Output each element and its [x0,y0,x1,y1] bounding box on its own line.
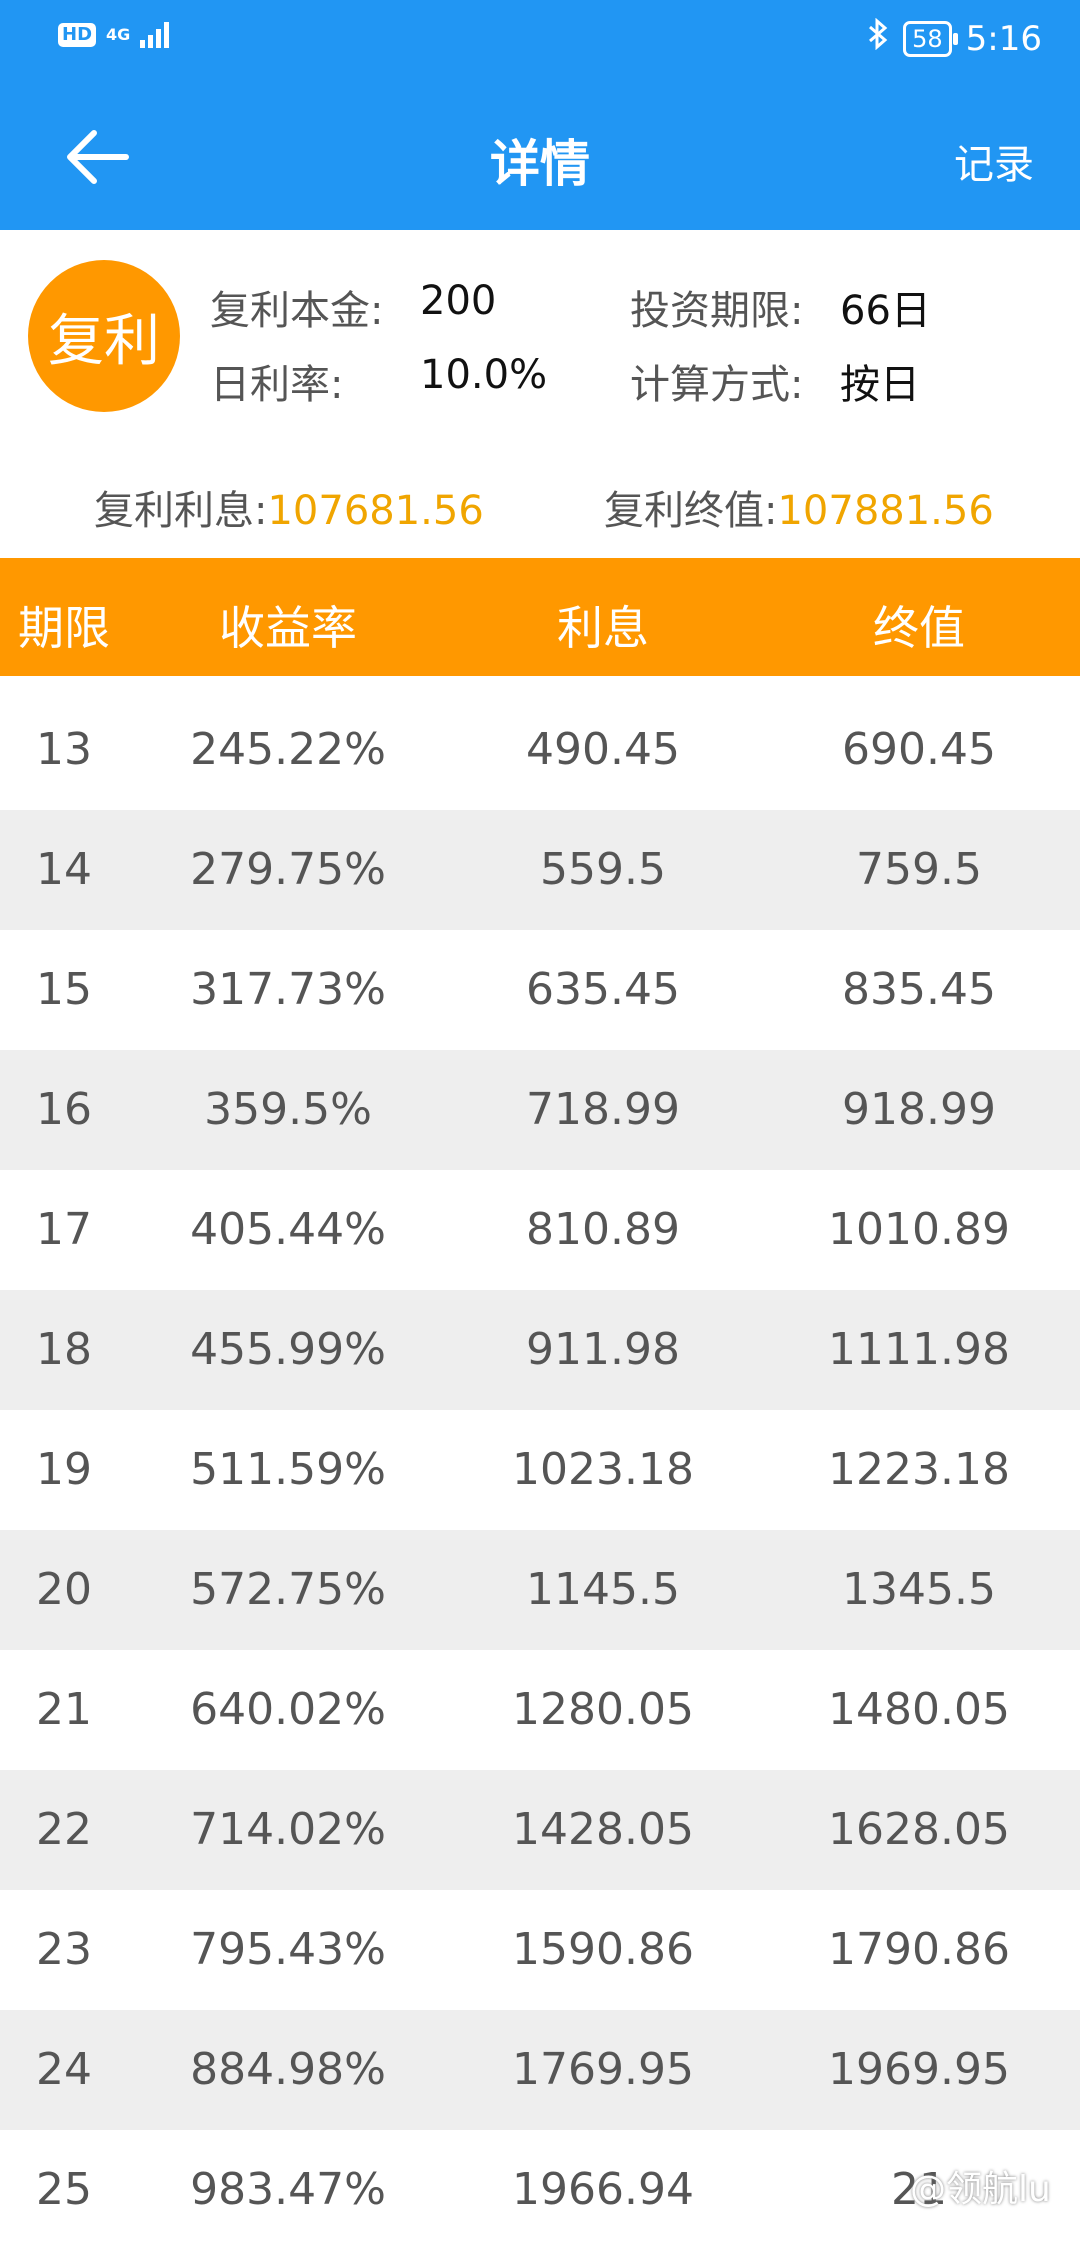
table-row: 22 714.02% 1428.05 1628.05 [0,1770,1080,1890]
cell-interest: 1966.94 [512,2164,694,2215]
cell-yield: 511.59% [190,1444,386,1495]
cell-yield: 455.99% [190,1324,386,1375]
table-row: 17 405.44% 810.89 1010.89 [0,1170,1080,1290]
cell-yield: 245.22% [190,724,386,775]
table-row: 23 795.43% 1590.86 1790.86 [0,1890,1080,2010]
cell-final: 1111.98 [828,1324,1010,1375]
cell-yield: 795.43% [190,1924,386,1975]
method-label: 计算方式: [630,362,804,408]
cell-interest: 718.99 [526,1084,680,1135]
interest-value: 107681.56 [267,488,484,534]
hd-badge: HD [58,23,97,47]
cell-period: 14 [36,844,92,895]
clock: 5:16 [965,18,1042,59]
header-final: 终值 [873,601,965,655]
compound-final-value: 复利终值:107881.56 [604,478,994,536]
cell-interest: 1769.95 [512,2044,694,2095]
cell-interest: 490.45 [526,724,680,775]
cell-interest: 1428.05 [512,1804,694,1855]
rate-label: 日利率: [210,362,344,408]
cell-final: 1480.05 [828,1684,1010,1735]
cell-yield: 714.02% [190,1804,386,1855]
cell-yield: 884.98% [190,2044,386,2095]
cell-period: 16 [36,1084,92,1135]
summary-panel: 复利 复利本金: 200 投资期限: 66日 日利率: 10.0% 计算方式: … [0,230,1080,558]
table-row: 16 359.5% 718.99 918.99 [0,1050,1080,1170]
cell-final: 1628.05 [828,1804,1010,1855]
cell-final: 835.45 [842,964,996,1015]
header-yield: 收益率 [219,601,357,655]
cell-yield: 279.75% [190,844,386,895]
cell-interest: 911.98 [526,1324,680,1375]
status-right: 58 5:16 [867,17,1042,59]
table-row: 20 572.75% 1145.5 1345.5 [0,1530,1080,1650]
toolbar: 详情 记录 [0,82,1080,230]
compound-interest: 复利利息:107681.56 [94,478,484,536]
cell-period: 17 [36,1204,92,1255]
cell-final: 690.45 [842,724,996,775]
watermark: @领航lu [910,2169,1051,2210]
final-value: 107881.56 [777,488,994,534]
cell-interest: 1590.86 [512,1924,694,1975]
table-row: 18 455.99% 911.98 1111.98 [0,1290,1080,1410]
cell-interest: 810.89 [526,1204,680,1255]
cell-period: 13 [36,724,92,775]
cell-period: 23 [36,1924,92,1975]
cell-yield: 572.75% [190,1564,386,1615]
results-table[interactable]: 13 245.22% 490.45 690.45 14 279.75% 559.… [0,690,1080,2250]
cell-period: 15 [36,964,92,1015]
table-row: 19 511.59% 1023.18 1223.18 [0,1410,1080,1530]
cell-final: 1010.89 [828,1204,1010,1255]
table-row: 15 317.73% 635.45 835.45 [0,930,1080,1050]
status-left: HD 4G [58,22,170,48]
cell-period: 24 [36,2044,92,2095]
cell-yield: 405.44% [190,1204,386,1255]
cell-period: 18 [36,1324,92,1375]
cell-yield: 359.5% [204,1084,372,1135]
period-value: 66日 [840,288,931,334]
cell-yield: 317.73% [190,964,386,1015]
status-bar: HD 4G 58 5:16 [0,0,1080,82]
principal-label: 复利本金: [210,288,384,334]
cell-period: 22 [36,1804,92,1855]
table-row: 24 884.98% 1769.95 1969.95 [0,2010,1080,2130]
page-title: 详情 [490,135,590,193]
table-row: 14 279.75% 559.5 759.5 [0,810,1080,930]
cell-period: 25 [36,2164,92,2215]
battery-indicator: 58 [903,20,958,57]
cell-final: 759.5 [856,844,982,895]
cell-period: 19 [36,1444,92,1495]
cell-final: 1345.5 [842,1564,996,1615]
method-value: 按日 [840,362,920,408]
cell-final: 1969.95 [828,2044,1010,2095]
header-interest: 利息 [557,601,649,655]
table-row: 13 245.22% 490.45 690.45 [0,690,1080,810]
cell-interest: 1145.5 [526,1564,680,1615]
cell-period: 20 [36,1564,92,1615]
header-period: 期限 [18,601,110,655]
cell-final: 918.99 [842,1084,996,1135]
bluetooth-icon [867,17,889,59]
network-type: 4G [106,25,131,44]
cell-interest: 559.5 [540,844,666,895]
cell-interest: 1280.05 [512,1684,694,1735]
table-row: 21 640.02% 1280.05 1480.05 [0,1650,1080,1770]
period-label: 投资期限: [630,288,804,334]
cell-period: 21 [36,1684,92,1735]
cell-interest: 635.45 [526,964,680,1015]
rate-value: 10.0% [420,352,548,398]
cell-final: 1790.86 [828,1924,1010,1975]
cell-final: 1223.18 [828,1444,1010,1495]
cell-yield: 640.02% [190,1684,386,1735]
cell-interest: 1023.18 [512,1444,694,1495]
cell-yield: 983.47% [190,2164,386,2215]
record-button[interactable]: 记录 [954,132,1034,190]
final-label: 复利终值: [604,488,778,534]
compound-badge: 复利 [28,260,180,412]
interest-label: 复利利息: [94,488,268,534]
principal-value: 200 [420,278,497,324]
signal-icon [140,22,170,48]
table-header: 期限 收益率 利息 终值 [0,558,1080,676]
